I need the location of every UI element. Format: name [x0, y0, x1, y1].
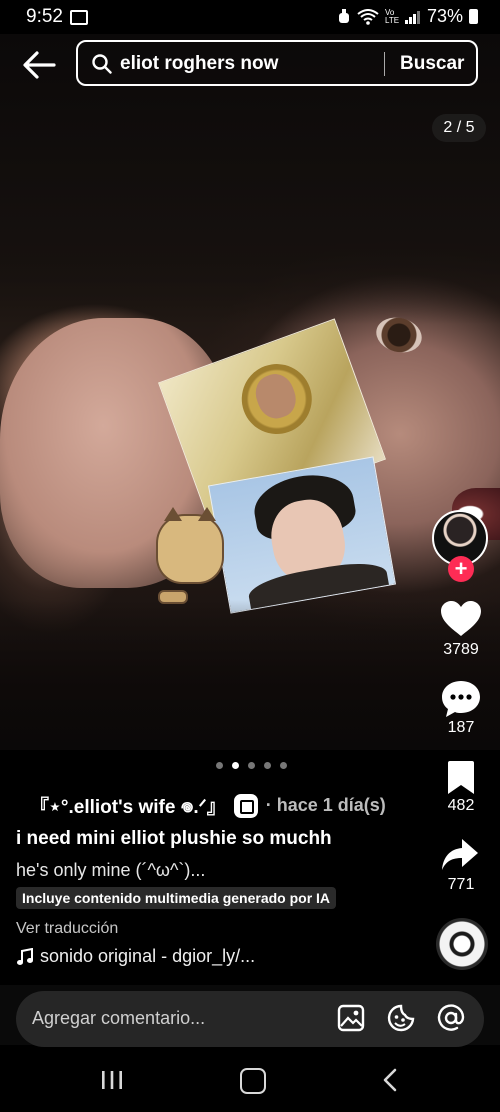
author-row: 『⋆°.elliot's wife 𖦹.ᐟ』 · hace 1 día(s): [30, 792, 386, 819]
status-bar: 9:52 Vo LTE 73%: [0, 0, 500, 34]
alarm-icon: [338, 8, 349, 23]
wifi-icon: [357, 8, 379, 25]
image-icon[interactable]: [336, 1003, 366, 1033]
image-notification-icon: [70, 10, 88, 25]
carousel-dot[interactable]: [264, 762, 271, 769]
comment-count: 187: [447, 719, 475, 736]
carousel-dot[interactable]: [216, 762, 223, 769]
bookmark-icon[interactable]: [446, 760, 476, 796]
carousel-dot[interactable]: [248, 762, 255, 769]
share-count: 771: [447, 876, 475, 893]
nav-back-icon[interactable]: [380, 1068, 402, 1092]
translate-link[interactable]: Ver traducción: [16, 920, 118, 938]
mention-icon[interactable]: [436, 1003, 466, 1033]
battery-icon: [469, 9, 478, 24]
search-divider: [384, 52, 385, 76]
recent-apps-icon[interactable]: [100, 1068, 124, 1092]
carousel-dot-active[interactable]: [232, 762, 239, 769]
repost-icon[interactable]: [233, 793, 258, 818]
battery-percent: 73%: [426, 6, 463, 26]
caption-title: i need mini elliot plushie so muchh: [16, 828, 332, 849]
post-timestamp: · hace 1 día(s): [265, 795, 386, 815]
comment-input[interactable]: Agregar comentario...: [16, 991, 484, 1047]
signal-icon: [404, 10, 420, 24]
sound-disc[interactable]: [436, 918, 488, 970]
sound-row[interactable]: sonido original - dgior_ly/...: [16, 946, 255, 967]
search-query[interactable]: eliot roghers now: [120, 53, 278, 75]
signal-label: Vo LTE: [384, 7, 400, 25]
search-button[interactable]: Buscar: [400, 53, 464, 75]
comment-placeholder: Agregar comentario...: [32, 1008, 206, 1028]
cat-sticker: [156, 507, 224, 584]
music-note-icon: [17, 947, 33, 965]
page-counter: 2 / 5: [432, 114, 486, 142]
search-bar[interactable]: eliot roghers now Buscar: [76, 40, 478, 86]
caption-body[interactable]: he's only mine (´^ω^`)...: [16, 860, 205, 881]
like-count: 3789: [443, 641, 479, 658]
author-name[interactable]: 『⋆°.elliot's wife 𖦹.ᐟ』: [30, 792, 226, 819]
heart-icon[interactable]: [440, 600, 482, 638]
sound-name: sonido original - dgior_ly/...: [40, 946, 256, 966]
media-hair-bottom: [0, 600, 500, 750]
share-icon[interactable]: [440, 837, 480, 873]
carousel-dots: [216, 762, 287, 769]
system-nav-bar: [0, 1050, 500, 1112]
back-arrow-icon[interactable]: [22, 50, 56, 80]
status-indicators: Vo LTE 73%: [337, 6, 478, 27]
search-icon: [92, 54, 112, 74]
comment-icon[interactable]: [440, 679, 482, 719]
status-time: 9:52: [26, 6, 63, 27]
ai-content-badge[interactable]: Incluye contenido multimedia generado po…: [16, 887, 337, 909]
home-icon[interactable]: [240, 1068, 266, 1094]
save-count: 482: [447, 797, 475, 814]
emoji-icon[interactable]: [386, 1003, 416, 1033]
follow-plus-button[interactable]: +: [448, 556, 474, 582]
carousel-dot[interactable]: [280, 762, 287, 769]
